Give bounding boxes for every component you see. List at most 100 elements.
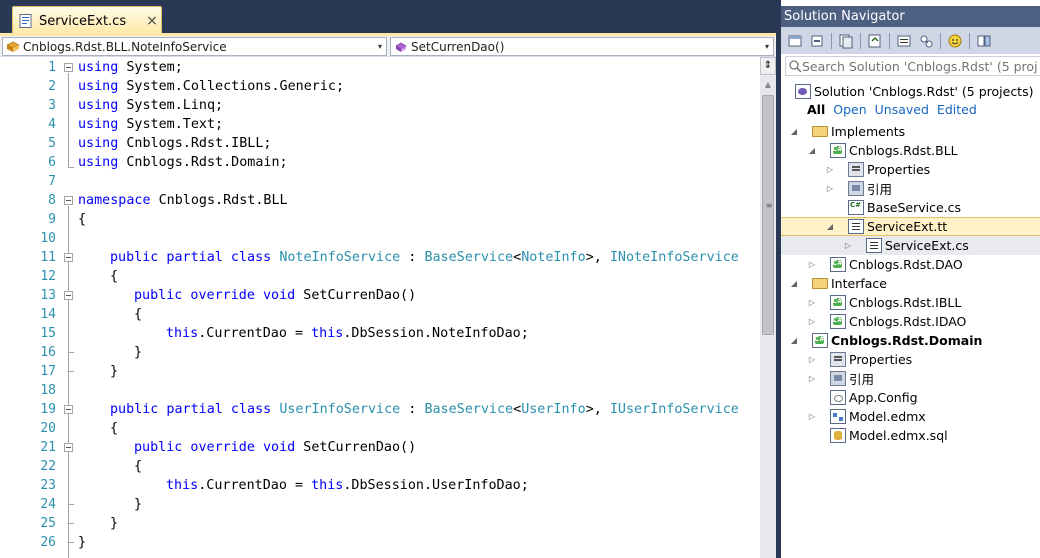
solution-search-box[interactable] xyxy=(785,56,1040,76)
scroll-up-icon[interactable]: ▲ xyxy=(760,77,776,93)
code-line: { xyxy=(134,457,142,476)
tree-item-references[interactable]: ▷ 引用 xyxy=(781,369,1040,388)
tree-item-interface[interactable]: ◢ Interface xyxy=(781,274,1040,293)
filter-all[interactable]: All xyxy=(807,102,825,117)
type-dropdown[interactable]: Cnblogs.Rdst.BLL.NoteInfoService ▾ xyxy=(2,37,387,56)
expanded-arrow-icon[interactable]: ◢ xyxy=(807,146,817,156)
split-window-button[interactable]: ⇕ xyxy=(760,57,776,75)
properties-icon[interactable] xyxy=(896,33,912,49)
code-token: { xyxy=(78,212,87,227)
member-dropdown[interactable]: SetCurrenDao() ▾ xyxy=(390,37,774,56)
line-number: 12 xyxy=(40,269,56,284)
tree-item-implements[interactable]: ◢ Implements xyxy=(781,122,1040,141)
tree-item-domain-project[interactable]: ◢ Cnblogs.Rdst.Domain xyxy=(781,331,1040,350)
chevron-down-icon[interactable]: ▾ xyxy=(761,42,773,51)
tree-item-solution[interactable]: Solution 'Cnblogs.Rdst' (5 projects) xyxy=(781,82,1040,101)
collapse-toggle[interactable] xyxy=(64,63,73,72)
line-number: 22 xyxy=(40,459,56,474)
code-line: } xyxy=(134,495,142,514)
collapsed-arrow-icon[interactable]: ▷ xyxy=(807,317,817,327)
line-number: 23 xyxy=(40,478,56,493)
code-token: : xyxy=(400,250,425,265)
collapse-toggle[interactable] xyxy=(64,196,73,205)
line-number: 15 xyxy=(40,326,56,341)
type-dropdown-value: Cnblogs.Rdst.BLL.NoteInfoService xyxy=(23,39,227,54)
expanded-arrow-icon[interactable]: ◢ xyxy=(789,127,799,137)
tree-item-ibll-project[interactable]: ▷ Cnblogs.Rdst.IBLL xyxy=(781,293,1040,312)
tree-item-bll-project[interactable]: ◢ Cnblogs.Rdst.BLL xyxy=(781,141,1040,160)
code-token: System.Linq; xyxy=(118,98,224,113)
collapsed-arrow-icon[interactable]: ▷ xyxy=(807,298,817,308)
tree-item-model-edmx[interactable]: ▷ Model.edmx xyxy=(781,407,1040,426)
keyword: public partial class xyxy=(110,402,272,417)
home-icon[interactable] xyxy=(787,33,803,49)
tree-item-baseservice[interactable]: BaseService.cs xyxy=(781,198,1040,217)
chevron-down-icon[interactable]: ▾ xyxy=(374,42,386,51)
refresh-icon[interactable] xyxy=(867,33,883,49)
line-number: 11 xyxy=(40,250,56,265)
code-token: System.Collections.Generic; xyxy=(118,79,345,94)
tree-item-references[interactable]: ▷ 引用 xyxy=(781,179,1040,198)
collapsed-arrow-icon[interactable]: ▷ xyxy=(807,412,817,422)
tree-item-label: Implements xyxy=(831,124,906,139)
keyword: using xyxy=(78,60,119,75)
config-file-icon xyxy=(830,390,846,405)
show-all-files-icon[interactable] xyxy=(838,33,854,49)
switch-views-icon[interactable] xyxy=(976,33,992,49)
tree-item-idao-project[interactable]: ▷ Cnblogs.Rdst.IDAO xyxy=(781,312,1040,331)
code-editor[interactable]: 1 2 3 4 5 6 7 8 9 10 11 12 13 14 15 16 1… xyxy=(0,57,776,558)
line-number: 14 xyxy=(40,307,56,322)
scrollbar-thumb[interactable]: ≡ xyxy=(762,95,774,335)
collapse-toggle[interactable] xyxy=(64,291,73,300)
collapsed-arrow-icon[interactable]: ▷ xyxy=(843,241,853,251)
tree-item-properties[interactable]: ▷ Properties xyxy=(781,350,1040,369)
tree-item-properties[interactable]: ▷ Properties xyxy=(781,160,1040,179)
filter-open[interactable]: Open xyxy=(833,102,866,117)
collapsed-arrow-icon[interactable]: ▷ xyxy=(807,355,817,365)
vertical-scrollbar[interactable]: ⇕ ▲ ≡ xyxy=(760,57,776,558)
tree-item-model-edmx-sql[interactable]: Model.edmx.sql xyxy=(781,426,1040,445)
code-token: } xyxy=(78,535,87,550)
line-number: 5 xyxy=(48,136,56,151)
collapse-toggle[interactable] xyxy=(64,405,73,414)
tree-item-label: Cnblogs.Rdst.DAO xyxy=(849,257,963,272)
search-input[interactable] xyxy=(802,58,1038,74)
collapsed-arrow-icon[interactable]: ▷ xyxy=(807,374,817,384)
collapse-toggle[interactable] xyxy=(64,443,73,452)
smiley-feedback-icon[interactable] xyxy=(947,33,963,49)
tree-item-serviceext-cs[interactable]: ▷ ServiceExt.cs xyxy=(781,236,1040,255)
tree-item-app-config[interactable]: App.Config xyxy=(781,388,1040,407)
code-token: Cnblogs.Rdst.Domain; xyxy=(118,155,288,170)
close-tab-icon[interactable]: × xyxy=(143,13,161,29)
expanded-arrow-icon[interactable]: ◢ xyxy=(825,222,835,232)
keyword: using xyxy=(78,136,119,151)
code-token: .DbSession.NoteInfoDao; xyxy=(343,326,529,341)
keyword: this xyxy=(166,478,199,493)
collapsed-arrow-icon[interactable]: ▷ xyxy=(825,165,835,175)
line-number-gutter: 1 2 3 4 5 6 7 8 9 10 11 12 13 14 15 16 1… xyxy=(0,57,62,558)
view-class-diagram-icon[interactable] xyxy=(918,33,934,49)
collapse-toggle[interactable] xyxy=(64,253,73,262)
keyword: namespace xyxy=(78,193,151,208)
filter-edited[interactable]: Edited xyxy=(937,102,977,117)
expanded-arrow-icon[interactable]: ◢ xyxy=(789,279,799,289)
collapsed-arrow-icon[interactable]: ▷ xyxy=(825,184,835,194)
filter-unsaved[interactable]: Unsaved xyxy=(875,102,929,117)
csharp-project-icon xyxy=(830,295,846,310)
keyword: using xyxy=(78,155,119,170)
code-token: >, xyxy=(585,250,610,265)
entity-model-icon xyxy=(830,409,846,424)
tree-item-label: Solution 'Cnblogs.Rdst' (5 projects) xyxy=(814,84,1034,99)
tab-serviceext-cs[interactable]: ServiceExt.cs × xyxy=(12,6,162,35)
tree-item-serviceext-tt[interactable]: ◢ ServiceExt.tt xyxy=(781,217,1040,236)
collapse-all-icon[interactable] xyxy=(809,33,825,49)
expanded-arrow-icon[interactable]: ◢ xyxy=(789,336,799,346)
code-text[interactable]: using System; using System.Collections.G… xyxy=(78,57,760,558)
tree-item-dao-project[interactable]: ▷ Cnblogs.Rdst.DAO xyxy=(781,255,1040,274)
code-token: Cnblogs.Rdst.BLL xyxy=(150,193,288,208)
collapsed-arrow-icon[interactable]: ▷ xyxy=(807,260,817,270)
search-icon xyxy=(788,59,802,73)
code-token: System.Text; xyxy=(118,117,224,132)
csharp-file-icon xyxy=(19,14,33,28)
code-line: } xyxy=(78,533,86,552)
